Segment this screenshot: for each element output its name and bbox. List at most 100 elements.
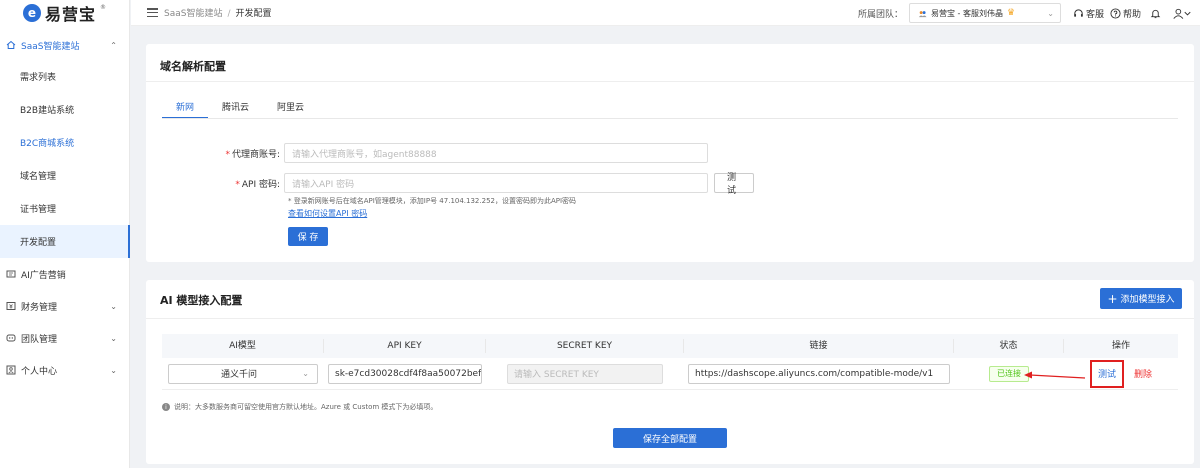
menu-group-label: 财务管理 [21, 302, 58, 313]
breadcrumb-item-parent[interactable]: SaaS智能建站 [164, 9, 222, 19]
column-header: AI模型 [162, 339, 324, 353]
help-link[interactable]: 帮助 [1110, 7, 1141, 20]
breadcrumb: SaaS智能建站 / 开发配置 [164, 9, 272, 19]
api-key-input[interactable]: sk-e7cd30028cdf4f8aa50072befa [328, 363, 482, 384]
column-header: SECRET KEY [486, 339, 684, 353]
agent-account-label: * 代理商账号: [225, 149, 280, 160]
chevron-down-icon: ⌄ [110, 333, 117, 343]
info-note-text: 说明：大多数服务商可留空使用官方默认地址。Azure 或 Custom 模式下为… [174, 403, 438, 411]
user-menu-icon [1173, 8, 1191, 19]
menu-group-finance[interactable]: 财务管理 ⌄ [0, 290, 129, 322]
top-header: SaaS智能建站 / 开发配置 所属团队： 易营宝 - 客服刘伟晶 ♛ ⌄ 客服 帮… [131, 0, 1200, 26]
logo[interactable]: e 易营宝 ® [0, 0, 129, 26]
menu-group-label: 团队管理 [21, 334, 58, 345]
status-cell: 已连接 [954, 358, 1064, 389]
team-value: 易营宝 - 客服刘伟晶 [930, 8, 1003, 18]
tabs-underline [162, 118, 1178, 119]
operations-cell: 测试 删除 [1064, 358, 1178, 389]
secret-key-cell: 请输入 SECRET KEY [486, 358, 684, 389]
api-key-cell: sk-e7cd30028cdf4f8aa50072befa [324, 358, 486, 389]
user-menu-button[interactable] [1172, 8, 1194, 19]
finance-icon [6, 301, 16, 311]
user-icon [6, 365, 16, 375]
sidebar-item-domain[interactable]: 域名管理 [0, 159, 129, 192]
chevron-up-icon: ⌃ [110, 40, 117, 50]
service-link[interactable]: 客服 [1073, 7, 1104, 20]
divider [146, 81, 1194, 82]
model-cell: 通义千问 ⌄ [162, 358, 324, 389]
help-label: 帮助 [1122, 9, 1141, 20]
table-header: AI模型 API KEY SECRET KEY 链接 状态 操作 [162, 334, 1178, 358]
bell-icon [1150, 9, 1161, 18]
sidebar: e 易营宝 ® SaaS智能建站 ⌃ 需求列表 B2B建站系统 B2C商城系统 … [0, 0, 130, 468]
team-select[interactable]: 易营宝 - 客服刘伟晶 ♛ ⌄ [908, 3, 1061, 23]
help-icon [1110, 7, 1121, 19]
menu-group-label: 个人中心 [21, 366, 58, 377]
model-value: 通义千问 [221, 370, 258, 380]
divider [146, 318, 1194, 319]
menu-group-personal[interactable]: 个人中心 ⌄ [0, 354, 129, 386]
service-label: 客服 [1085, 9, 1104, 20]
menu-group-saas[interactable]: SaaS智能建站 ⌃ [0, 30, 129, 60]
ad-icon [6, 269, 16, 279]
logo-mark: e [22, 4, 41, 22]
headset-icon [1074, 8, 1083, 17]
provider-tabs: 新网 腾讯云 阿里云 [162, 94, 318, 119]
test-api-button[interactable]: 测 试 [714, 173, 754, 196]
status-badge: 已连接 [989, 365, 1029, 382]
column-header: 状态 [954, 339, 1064, 353]
ai-config-card: AI 模型接入配置 + 添加模型接入 AI模型 API KEY SECRET K… [146, 280, 1194, 464]
sidebar-item-b2c[interactable]: B2C商城系统 [0, 126, 129, 159]
save-domain-button[interactable]: 保 存 [288, 227, 328, 246]
api-tip-text: * 登录新网账号后在域名API管理模块，添加IP号 47.104.132.252… [288, 197, 577, 205]
model-select[interactable]: 通义千问 ⌄ [168, 363, 318, 384]
crown-icon: ♛ [1006, 8, 1016, 18]
tab-aliyun[interactable]: 阿里云 [263, 94, 318, 118]
add-model-label: 添加模型接入 [1120, 295, 1175, 305]
row-actions: 测试 删除 [1089, 359, 1152, 388]
chevron-down-icon: ⌄ [110, 301, 117, 311]
add-model-button[interactable]: + 添加模型接入 [1100, 288, 1182, 309]
table-row: 通义千问 ⌄ sk-e7cd30028cdf4f8aa50072befa 请输入… [162, 358, 1178, 390]
secret-key-input: 请输入 SECRET KEY [507, 363, 663, 384]
chevron-down-icon: ⌄ [110, 365, 117, 375]
menu-group-ai-ads[interactable]: AI广告营销 [0, 258, 129, 290]
info-icon: i [162, 403, 170, 411]
team-label: 所属团队： [857, 9, 903, 20]
plus-icon: + [1107, 291, 1118, 306]
menu-group-team[interactable]: 团队管理 ⌄ [0, 322, 129, 354]
api-password-input[interactable]: 请输入API 密码 [284, 173, 708, 193]
sidebar-item-cert[interactable]: 证书管理 [0, 192, 129, 225]
header-actions: 所属团队： 易营宝 - 客服刘伟晶 ♛ ⌄ 客服 帮助 [858, 0, 1194, 26]
menu-group-label: SaaS智能建站 [21, 41, 80, 52]
notification-button[interactable] [1150, 8, 1163, 19]
registered-mark: ® [100, 4, 106, 11]
logo-text: 易营宝 [44, 5, 96, 24]
api-password-row: * API 密码: 请输入API 密码 测 试 [146, 173, 754, 196]
ai-config-title: AI 模型接入配置 [160, 294, 243, 307]
api-help-link[interactable]: 查看如何设置API 密码 [288, 208, 367, 219]
link-cell: https://dashscope.aliyuncs.com/compatibl… [684, 358, 954, 389]
chevron-down-icon: ⌄ [1047, 8, 1054, 18]
team-icon [6, 333, 16, 343]
sidebar-item-requirements[interactable]: 需求列表 [0, 60, 129, 93]
column-header: API KEY [324, 339, 486, 353]
home-icon [6, 40, 16, 50]
link-input[interactable]: https://dashscope.aliyuncs.com/compatibl… [688, 363, 950, 384]
delete-model-button[interactable]: 删除 [1134, 367, 1152, 380]
tab-tencent[interactable]: 腾讯云 [208, 94, 263, 118]
sidebar-item-b2b[interactable]: B2B建站系统 [0, 93, 129, 126]
tab-xinnet[interactable]: 新网 [162, 94, 209, 119]
agent-account-input[interactable]: 请输入代理商账号，如agent88888 [284, 143, 708, 163]
domain-config-title: 域名解析配置 [160, 60, 226, 73]
breadcrumb-item-current: 开发配置 [235, 9, 272, 19]
menu-group-label: AI广告营销 [21, 270, 66, 281]
menu-toggle-icon[interactable] [147, 8, 158, 17]
test-model-button[interactable]: 测试 [1089, 359, 1124, 388]
sidebar-item-dev-config[interactable]: 开发配置 [0, 225, 130, 258]
agent-account-row: * 代理商账号: 请输入代理商账号，如agent88888 [146, 143, 708, 163]
column-header: 操作 [1111, 341, 1130, 351]
info-note: i 说明：大多数服务商可留空使用官方默认地址。Azure 或 Custom 模式… [162, 402, 437, 412]
domain-config-card: 域名解析配置 新网 腾讯云 阿里云 * 代理商账号: 请输入代理商账号，如agen… [146, 44, 1194, 262]
save-all-button[interactable]: 保存全部配置 [613, 428, 727, 448]
